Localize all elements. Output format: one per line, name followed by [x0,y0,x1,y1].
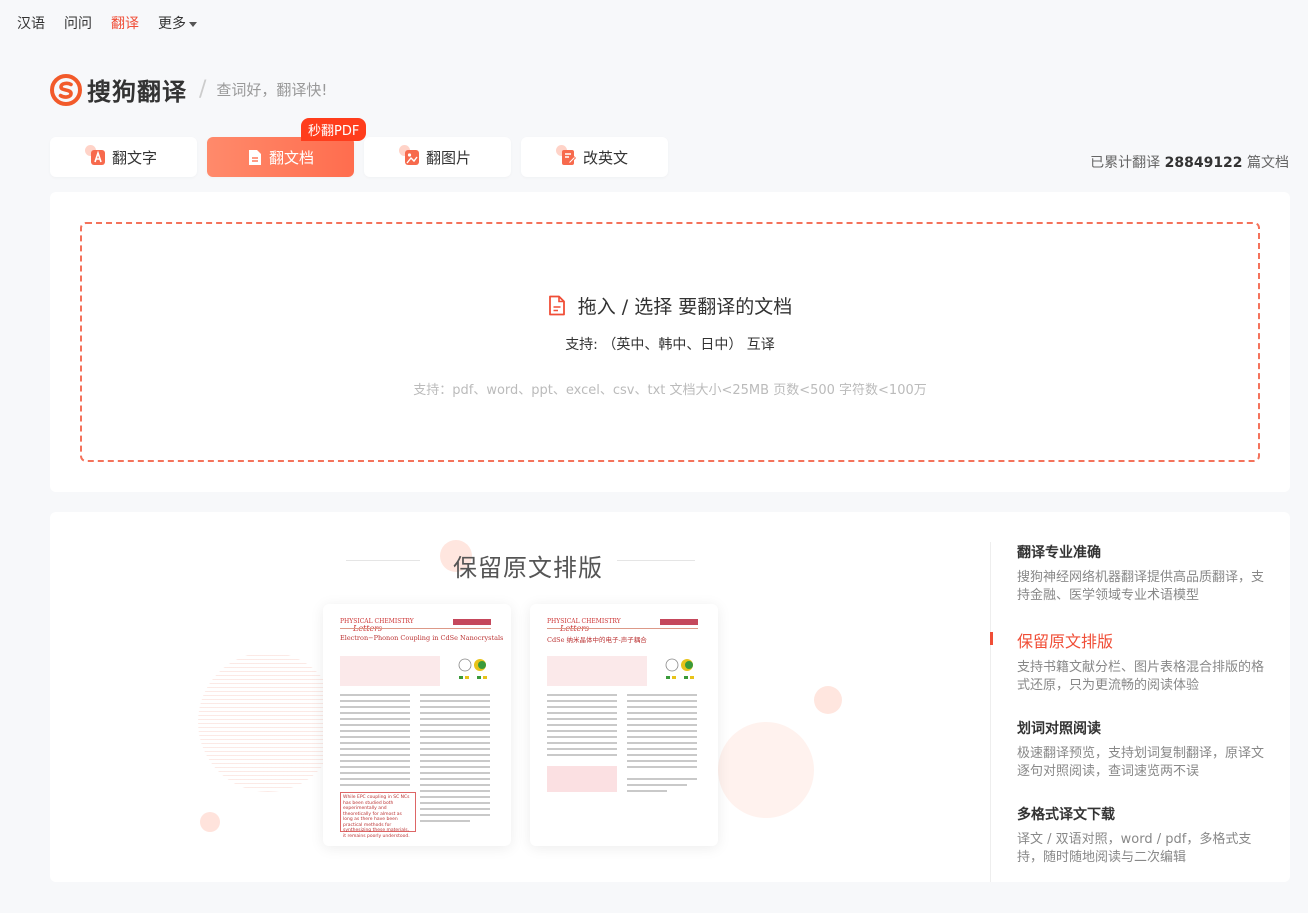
pdf-badge: 秒翻PDF [301,118,367,141]
upload-card: 拖入 / 选择 要翻译的文档 支持: （英中、韩中、日中） 互译 支持：pdf、… [50,192,1290,492]
tab-translate-text[interactable]: 翻文字 [50,137,197,177]
article-title: CdSe 纳米晶体中的电子-声子耦合 [547,636,647,644]
feature-item-layout[interactable]: 保留原文排版 支持书籍文献分栏、图片表格混合排版的格式还原，只为更流畅的阅读体验 [990,628,1271,695]
dropzone-title: 拖入 / 选择 要翻译的文档 [577,296,793,318]
figure-thumbnail [458,658,487,679]
feature-item-download[interactable]: 多格式译文下载 译文 / 双语对照，word / pdf，多格式支持，随时随地阅… [991,804,1271,867]
pull-quote: While EPC coupling in SC NCs has been st… [340,792,416,839]
title-divider-right [617,560,695,561]
nav-item-chinese[interactable]: 汉语 [17,13,45,33]
sogou-logo-icon [50,73,82,106]
counter-value: 28849122 [1164,155,1243,171]
header-rule [340,628,491,629]
tab-label: 翻图片 [425,148,471,167]
tab-translate-image[interactable]: 翻图片 [364,137,511,177]
decor-circle [814,686,842,714]
feature-desc: 极速翻译预览，支持划词复制翻译，原译文逐句对照阅读，查词速览两不误 [1017,746,1265,779]
feature-card: 保留原文排版 PHYSICAL CHEMISTRY Letters Electr… [50,512,1290,882]
feature-item-bilingual-reading[interactable]: 划词对照阅读 极速翻译预览，支持划词复制翻译，原译文逐句对照阅读，查词速览两不误 [991,718,1271,781]
logo-divider: / [199,77,207,102]
header-rule [547,628,698,629]
dropzone-title-row: 拖入 / 选择 要翻译的文档 [82,292,1258,319]
original-document-preview: PHYSICAL CHEMISTRY Letters Electron−Phon… [323,604,511,846]
tab-label: 翻文字 [111,148,157,167]
feature-title: 多格式译文下载 [1017,807,1115,823]
feature-desc: 支持书籍文献分栏、图片表格混合排版的格式还原，只为更流畅的阅读体验 [1017,660,1265,693]
file-icon [548,295,565,316]
feature-desc: 译文 / 双语对照，word / pdf，多格式支持，随时随地阅读与二次编辑 [1017,832,1252,865]
counter-suffix: 篇文档 [1247,155,1289,171]
tab-label: 翻文档 [268,148,314,167]
nav-item-wenwen[interactable]: 问问 [64,13,92,33]
file-dropzone[interactable]: 拖入 / 选择 要翻译的文档 支持: （英中、韩中、日中） 互译 支持：pdf、… [80,222,1260,462]
abstract-block [340,656,440,686]
brand-name: 搜狗翻译 [87,78,187,106]
counter-prefix: 已累计翻译 [1090,155,1161,171]
document-icon [247,149,263,166]
image-icon [398,144,420,166]
feature-title: 保留原文排版 [1017,632,1114,651]
translation-counter: 已累计翻译 28849122 篇文档 [1090,152,1289,172]
figure-thumbnail [665,658,694,679]
decor-circle [718,722,814,818]
supported-languages: 支持: （英中、韩中、日中） 互译 [565,337,775,353]
showcase-title: 保留原文排版 [453,554,603,582]
feature-list: 翻译专业准确 搜狗神经网络机器翻译提供高品质翻译，支持金融、医学领域专业术语模型… [990,542,1271,882]
feature-title: 划词对照阅读 [1017,721,1101,737]
tab-translate-document[interactable]: 翻文档 [207,137,354,177]
top-nav: 汉语 问问 翻译 更多 [17,13,216,33]
feature-item-accuracy[interactable]: 翻译专业准确 搜狗神经网络机器翻译提供高品质翻译，支持金融、医学领域专业术语模型 [991,542,1271,605]
perspective-tag [660,619,698,625]
translated-document-preview: PHYSICAL CHEMISTRY Letters CdSe 纳米晶体中的电子… [530,604,718,846]
perspective-tag [453,619,491,625]
nav-item-more[interactable]: 更多 [158,13,197,33]
tab-label: 改英文 [582,148,628,167]
logo[interactable]: 搜狗翻译 / 查词好，翻译快! [50,72,327,107]
article-title: Electron−Phonon Coupling in CdSe Nanocry… [340,634,504,642]
feature-title: 翻译专业准确 [1017,545,1101,561]
translated-quote-block [547,766,617,792]
nav-item-translate[interactable]: 翻译 [111,13,139,33]
mode-tabs: 翻文字 翻文档 翻图片 改英文 秒翻PDF [50,118,678,177]
abstract-block [547,656,647,686]
decor-circle [200,812,220,832]
text-translate-icon [84,144,106,166]
tab-edit-english[interactable]: 改英文 [521,137,668,177]
file-limits-hint: 支持：pdf、word、ppt、excel、csv、txt 文档大小<25MB … [413,383,927,398]
edit-english-icon [555,144,577,166]
decor-circle [198,652,338,792]
feature-desc: 搜狗神经网络机器翻译提供高品质翻译，支持金融、医学领域专业术语模型 [1017,570,1265,603]
slogan: 查词好，翻译快! [216,81,328,99]
